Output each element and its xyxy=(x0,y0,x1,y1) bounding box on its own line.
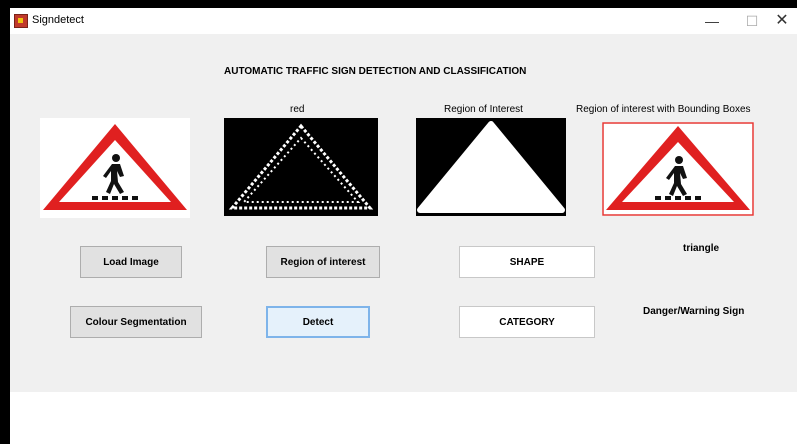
outer-frame-top xyxy=(0,0,797,8)
bbox-image xyxy=(602,122,754,216)
minimize-button[interactable]: — xyxy=(697,10,727,32)
window-title: Signdetect xyxy=(32,14,84,26)
category-result: Danger/Warning Sign xyxy=(643,306,745,317)
close-button[interactable]: ✕ xyxy=(767,10,797,32)
shape-result: triangle xyxy=(683,243,720,254)
shape-field: SHAPE xyxy=(459,246,595,278)
window-bottom-area xyxy=(10,392,797,444)
title-bar: Signdetect — ☐ ✕ xyxy=(10,8,797,34)
region-of-interest-button[interactable]: Region of interest xyxy=(266,246,380,278)
detect-button[interactable]: Detect xyxy=(266,306,370,338)
bbox-panel-caption: Region of interest with Bounding Boxes xyxy=(576,104,751,115)
page-title: AUTOMATIC TRAFFIC SIGN DETECTION AND CLA… xyxy=(224,66,527,77)
colour-segmentation-image xyxy=(224,118,378,216)
original-image xyxy=(40,118,190,218)
maximize-button[interactable]: ☐ xyxy=(737,10,767,32)
colour-panel-caption: red xyxy=(290,104,305,115)
category-field: CATEGORY xyxy=(459,306,595,338)
app-window: Signdetect — ☐ ✕ AUTOMATIC TRAFFIC SIGN … xyxy=(10,8,797,444)
app-icon xyxy=(14,14,28,28)
figure-client-area: AUTOMATIC TRAFFIC SIGN DETECTION AND CLA… xyxy=(10,34,797,392)
roi-panel-caption: Region of Interest xyxy=(444,104,523,115)
outer-frame-left xyxy=(0,0,10,444)
colour-segmentation-button[interactable]: Colour Segmentation xyxy=(70,306,202,338)
roi-image xyxy=(416,118,566,216)
load-image-button[interactable]: Load Image xyxy=(80,246,182,278)
